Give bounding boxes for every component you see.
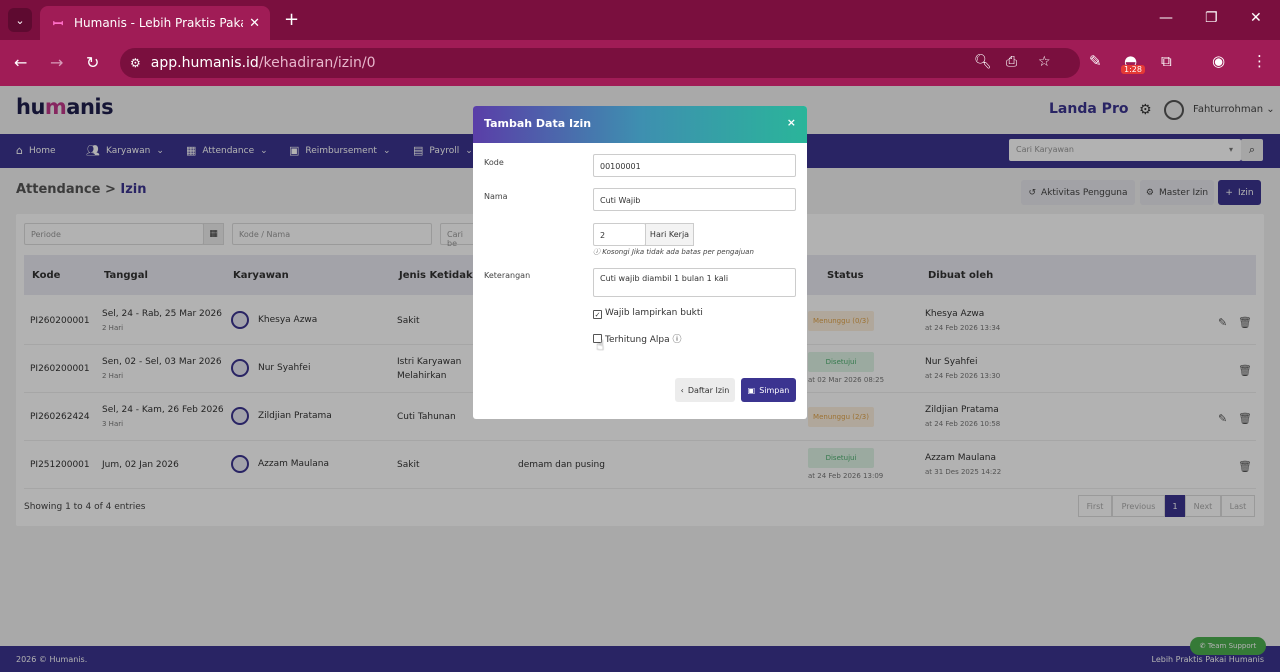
- site-settings-icon[interactable]: ⚙: [130, 56, 141, 70]
- keterangan-label: Keterangan: [484, 271, 531, 280]
- daftar-izin-button[interactable]: ‹ Daftar Izin: [675, 378, 735, 402]
- zoom-icon[interactable]: 🔍︎: [974, 54, 992, 70]
- hand-cursor-icon: ☝: [596, 338, 605, 354]
- back-icon[interactable]: ←: [14, 53, 27, 72]
- info-icon: ⓘ: [672, 335, 682, 345]
- minimize-icon[interactable]: —: [1159, 10, 1173, 26]
- chevron-left-icon: ‹: [680, 385, 684, 395]
- wajib-bukti-label[interactable]: Wajib lampirkan bukti: [605, 308, 703, 318]
- kode-input[interactable]: 00100001: [593, 154, 796, 177]
- nama-input[interactable]: Cuti Wajib: [593, 188, 796, 211]
- close-icon[interactable]: ×: [787, 116, 796, 129]
- feather-extension-icon[interactable]: ✎: [1089, 52, 1102, 70]
- browser-tab[interactable]: ꟷ Humanis - Lebih Praktis Pakai H ✕: [40, 6, 270, 40]
- humanis-favicon-icon: ꟷ: [52, 17, 64, 32]
- close-tab-icon[interactable]: ✕: [249, 16, 260, 31]
- wajib-bukti-checkbox[interactable]: ✓: [593, 310, 602, 319]
- hari-hint: ⓘ Kosongi Jika tidak ada batas per penga…: [593, 248, 754, 256]
- modal-header: Tambah Data Izin ×: [473, 106, 807, 143]
- extensions-puzzle-icon[interactable]: ⧉: [1161, 52, 1172, 70]
- profile-avatar-icon[interactable]: ◉: [1212, 52, 1225, 70]
- forward-icon[interactable]: →: [50, 53, 63, 72]
- new-tab-icon[interactable]: +: [284, 9, 299, 30]
- save-icon: ▣: [747, 385, 756, 395]
- install-app-icon[interactable]: ⎙: [1006, 54, 1017, 70]
- tab-search-button[interactable]: ⌄: [8, 8, 32, 32]
- terhitung-alpa-label[interactable]: Terhitung Alpa ⓘ: [605, 332, 682, 345]
- hari-kerja-addon: Hari Kerja: [645, 223, 694, 246]
- kode-label: Kode: [484, 158, 504, 167]
- extension-badge: 1:28: [1121, 65, 1145, 74]
- nama-label: Nama: [484, 192, 508, 201]
- add-izin-modal: Tambah Data Izin × Kode 00100001 Nama Cu…: [473, 106, 807, 419]
- hari-input[interactable]: 2: [593, 223, 646, 246]
- url-host: app.humanis.id: [150, 55, 259, 71]
- close-window-icon[interactable]: ✕: [1250, 10, 1262, 26]
- url-path: /kehadiran/izin/0: [258, 55, 376, 71]
- keterangan-textarea[interactable]: Cuti wajib diambil 1 bulan 1 kali: [593, 268, 796, 297]
- address-bar[interactable]: ⚙ app.humanis.id/kehadiran/izin/0: [120, 48, 1080, 78]
- modal-title: Tambah Data Izin: [484, 117, 592, 130]
- bookmark-star-icon[interactable]: ☆: [1038, 54, 1051, 70]
- reload-icon[interactable]: ↻: [86, 53, 99, 72]
- browser-menu-icon[interactable]: ⋮: [1252, 52, 1267, 70]
- restore-icon[interactable]: ❐: [1205, 10, 1218, 26]
- info-icon: ⓘ: [593, 248, 603, 256]
- simpan-button[interactable]: ▣ Simpan: [741, 378, 796, 402]
- tab-title: Humanis - Lebih Praktis Pakai H: [74, 16, 243, 30]
